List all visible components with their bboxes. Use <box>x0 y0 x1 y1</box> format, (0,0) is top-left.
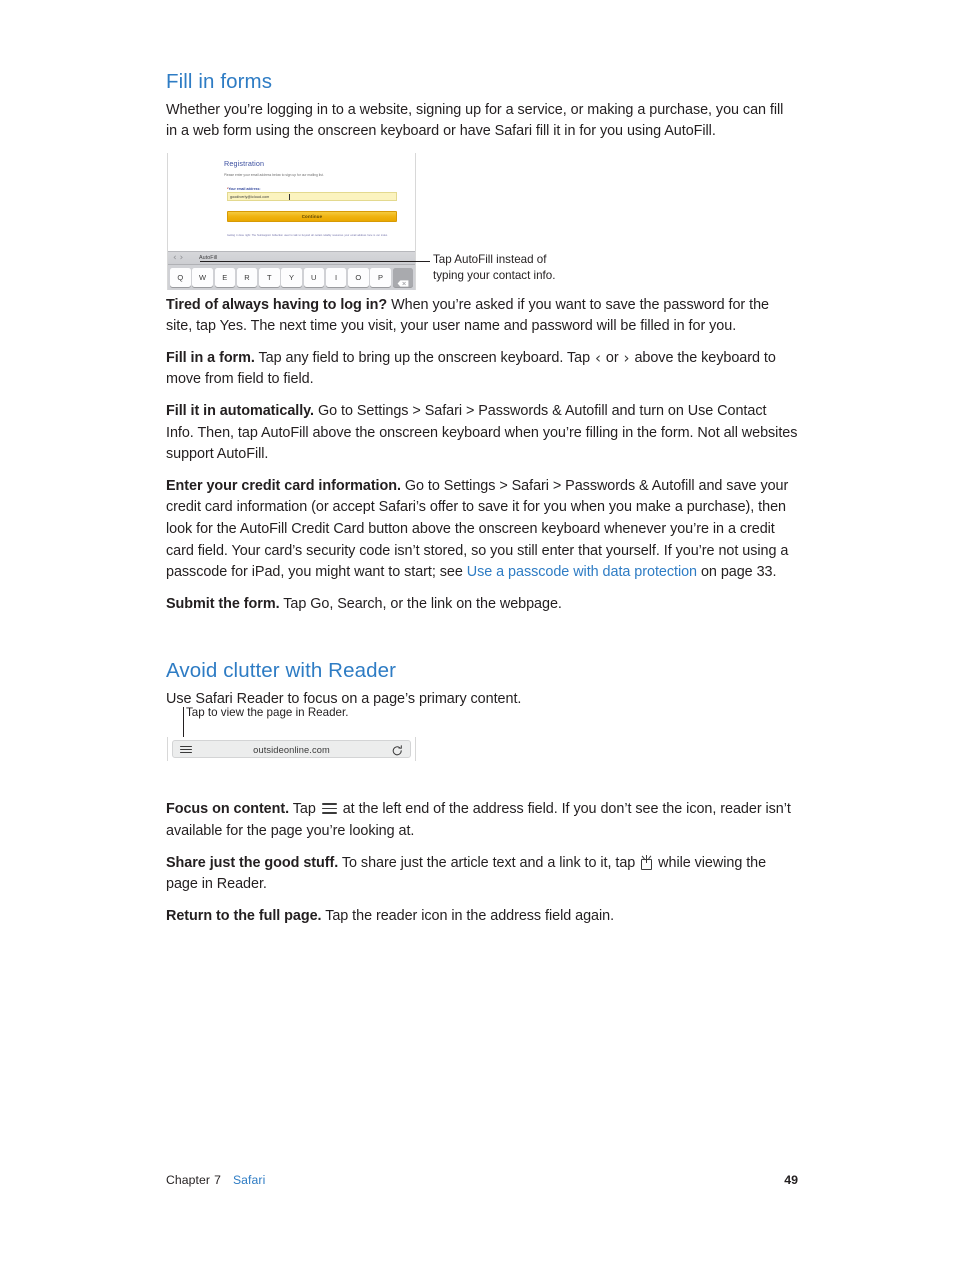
chevron-left-icon[interactable]: ‹ <box>173 253 180 263</box>
paragraph-return-to-full-page: Return to the full page. Tap the reader … <box>166 906 798 928</box>
callout-leader-line-autofill <box>200 261 430 262</box>
paragraph-text: on page 33. <box>697 564 777 581</box>
cross-reference-link-passcode[interactable]: Use a passcode with data protection <box>467 564 697 580</box>
continue-button[interactable]: Continue <box>227 211 397 223</box>
paragraph-lead: Enter your credit card information. <box>166 477 401 494</box>
email-field[interactable]: goodiverly@icloud.com <box>227 192 397 202</box>
address-field[interactable]: outsideonline.com <box>172 740 411 758</box>
key-i[interactable]: I <box>325 268 347 287</box>
keyboard-accessory-bar: ‹› AutoFill <box>168 251 415 265</box>
section-intro-forms: Whether you’re logging in to a website, … <box>166 101 784 140</box>
chevron-left-icon: ‹ <box>595 348 601 367</box>
paragraph-text: or <box>601 349 623 366</box>
chevron-right-icon[interactable]: › <box>180 253 187 263</box>
email-field-value: goodiverly@icloud.com <box>230 195 270 200</box>
key-p[interactable]: P <box>370 268 391 287</box>
footer-chapter-word: Chapter <box>166 1173 211 1187</box>
footer-chapter-number: 7 <box>214 1173 221 1187</box>
figure-autofill-form: Registration Please enter your email add… <box>167 153 416 290</box>
paragraph-lead: Fill in a form. <box>166 349 255 366</box>
paragraph-lead: Share just the good stuff. <box>166 854 339 871</box>
share-icon <box>641 854 653 870</box>
backspace-icon <box>397 275 409 287</box>
reader-icon <box>321 803 337 814</box>
paragraph-lead: Submit the form. <box>166 595 280 612</box>
callout-reader: Tap to view the page in Reader. <box>186 706 349 719</box>
key-y[interactable]: Y <box>281 268 302 287</box>
chevron-right-icon: › <box>623 348 630 367</box>
callout-autofill: Tap AutoFill instead of typing your cont… <box>433 252 613 283</box>
paragraph-focus-on-content: Focus on content. Tap at the left end of… <box>166 799 798 842</box>
key-o[interactable]: O <box>348 268 369 287</box>
callout-leader-line-reader <box>183 707 184 739</box>
keyboard-top-row: Q W E R T Y U I O P <box>168 268 415 287</box>
address-field-url: outsideonline.com <box>253 744 330 755</box>
paragraph-share-good-stuff: Share just the good stuff. To share just… <box>166 853 798 896</box>
registration-heading: Registration <box>224 159 265 168</box>
email-field-label: *Your email address: <box>227 187 404 191</box>
paragraph-lead: Tired of always having to log in? <box>166 296 388 313</box>
paragraph-text: To share just the article text and a lin… <box>338 854 640 871</box>
paragraph-lead: Focus on content. <box>166 801 290 818</box>
footer-chapter: Chapter 7 Safari <box>166 1173 265 1187</box>
callout-line-2: typing your contact info. <box>433 268 556 282</box>
section-title-avoid-clutter: Avoid clutter with Reader <box>166 659 397 683</box>
key-r[interactable]: R <box>236 268 258 287</box>
browser-frame: Registration Please enter your email add… <box>167 153 416 290</box>
text-caret <box>289 194 290 201</box>
paragraph-lead: Fill it in automatically. <box>166 402 315 419</box>
footer-chapter-name[interactable]: Safari <box>233 1173 265 1187</box>
key-t[interactable]: T <box>259 268 280 287</box>
paragraph-fill-it-in-automatically: Fill it in automatically. Go to Settings… <box>166 401 798 466</box>
callout-line-1: Tap AutoFill instead of <box>433 253 547 266</box>
email-field-label-text: Your email address: <box>228 186 261 191</box>
document-page: Fill in forms Whether you’re logging in … <box>0 0 954 1265</box>
paragraph-text: Tap Go, Search, or the link on the webpa… <box>279 595 562 612</box>
registration-fine-print: Getting it done right: The Nutrisupport … <box>227 234 388 238</box>
paragraph-submit-the-form: Submit the form. Tap Go, Search, or the … <box>166 594 798 616</box>
delete-key[interactable] <box>392 268 413 287</box>
webpage-form-area: Registration Please enter your email add… <box>168 153 415 251</box>
paragraph-text: Tap the reader icon in the address field… <box>321 907 615 924</box>
paragraph-credit-card: Enter your credit card information. Go t… <box>166 476 798 584</box>
key-w[interactable]: W <box>192 268 213 287</box>
refresh-icon[interactable] <box>392 744 403 756</box>
paragraph-tired-of-log-in: Tired of always having to log in? When y… <box>166 295 798 338</box>
key-q[interactable]: Q <box>170 268 191 287</box>
paragraph-fill-in-a-form: Fill in a form. Tap any field to bring u… <box>166 348 798 391</box>
footer-page-number: 49 <box>784 1173 798 1187</box>
key-u[interactable]: U <box>303 268 324 287</box>
page-footer: Chapter 7 Safari 49 <box>166 1173 798 1187</box>
page-title: Fill in forms <box>166 70 273 93</box>
paragraph-text: Tap <box>289 801 320 818</box>
onscreen-keyboard: Q W E R T Y U I O P <box>168 265 415 290</box>
paragraph-text: Tap any field to bring up the onscreen k… <box>254 349 594 366</box>
registration-subtitle: Please enter your email address below to… <box>224 173 324 177</box>
key-e[interactable]: E <box>214 268 235 287</box>
figure-address-bar: outsideonline.com <box>167 737 416 761</box>
field-nav-chevrons[interactable]: ‹› <box>173 253 186 263</box>
paragraph-lead: Return to the full page. <box>166 907 322 924</box>
